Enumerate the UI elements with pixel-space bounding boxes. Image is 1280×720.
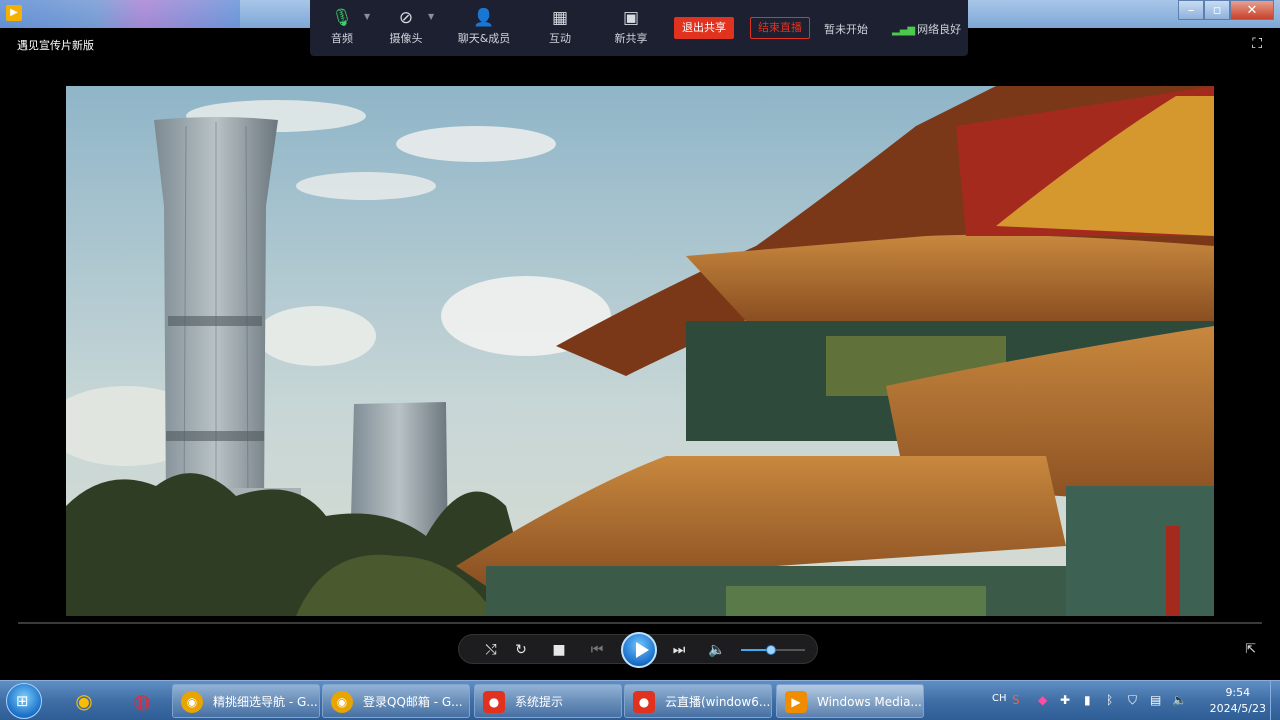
volume-tray-icon[interactable]: 🔈 <box>1172 693 1187 707</box>
live-status: 暂未开始 <box>824 23 868 36</box>
audio-label: 音频 <box>331 32 353 45</box>
live-app-icon: ● <box>483 691 505 713</box>
signal-bars-icon: ▂▄▆ <box>892 25 916 36</box>
netease-music-pinned-icon[interactable]: ◍ <box>120 685 164 717</box>
task-label: 精挑细选导航 - G... <box>213 695 318 709</box>
windows-logo-icon: ⊞ <box>16 692 29 710</box>
screen: ▶ – ▫ ✕ 遇见宣传片新版 ⛶ ⤭ ↻ ■ ⏮ ⏭ 🔈 ⇱ 🎙 音频 ▼ ⊘… <box>0 0 1280 720</box>
chrome-pinned-icon[interactable]: ◉ <box>62 685 106 717</box>
media-player: 遇见宣传片新版 ⛶ ⤭ ↻ ■ ⏮ ⏭ 🔈 ⇱ <box>8 28 1272 680</box>
titlebar-thumbnails <box>0 0 240 28</box>
start-button[interactable]: ⊞ <box>6 683 42 719</box>
end-live-button[interactable]: 结束直播 <box>750 17 810 39</box>
show-desktop-button[interactable] <box>1270 681 1280 720</box>
new-share-button[interactable]: ▣ 新共享 <box>601 6 661 46</box>
audio-options-caret[interactable]: ▼ <box>364 12 370 21</box>
exit-share-button[interactable]: 退出共享 <box>674 17 734 39</box>
task-label: 登录QQ邮箱 - G... <box>363 695 463 709</box>
switch-to-library-icon[interactable]: ⇱ <box>1245 642 1256 657</box>
audio-button[interactable]: 🎙 音频 <box>312 6 372 46</box>
task-label: Windows Media... <box>817 695 922 709</box>
volume-knob[interactable] <box>766 645 777 655</box>
grid-icon: ▦ <box>551 8 569 28</box>
seek-bar[interactable] <box>18 622 1262 624</box>
video-frame[interactable] <box>66 86 1214 616</box>
media-player-app-icon: ▶ <box>6 5 22 21</box>
microphone-icon: 🎙 <box>331 8 353 28</box>
task-label: 系统提示 <box>515 695 564 709</box>
screen-share-icon: ▣ <box>622 8 640 28</box>
playback-controls: ⤭ ↻ ■ ⏮ ⏭ 🔈 <box>458 632 818 668</box>
play-button[interactable] <box>621 632 657 668</box>
repeat-icon[interactable]: ↻ <box>511 641 531 659</box>
clock-time: 9:54 <box>1225 686 1251 699</box>
sogou-ime-icon[interactable]: S <box>1012 693 1020 707</box>
interact-button[interactable]: ▦ 互动 <box>530 6 590 46</box>
clock-date: 2024/5/23 <box>1209 702 1266 715</box>
video-scene <box>66 86 1214 616</box>
security-tray-icon[interactable]: ✚ <box>1060 693 1070 707</box>
next-icon[interactable]: ⏭ <box>669 641 689 659</box>
task-chrome-nav[interactable]: ◉ 精挑细选导航 - G... <box>172 684 320 718</box>
volume-slider[interactable] <box>741 645 805 655</box>
camera-button[interactable]: ⊘ 摄像头 <box>376 6 436 46</box>
shuffle-icon[interactable]: ⤭ <box>481 641 501 659</box>
network-label: 网络良好 <box>917 23 962 36</box>
input-language[interactable]: CH <box>992 693 1007 704</box>
camera-label: 摄像头 <box>389 32 423 45</box>
share-toolbar: 🎙 音频 ▼ ⊘ 摄像头 ▼ 👤 聊天&成员 ▦ 互动 ▣ 新共享 退出共享 结… <box>310 0 968 56</box>
chat-members-button[interactable]: 👤 聊天&成员 <box>454 6 514 46</box>
task-cloud-live[interactable]: ● 云直播(window6... <box>624 684 772 718</box>
previous-icon[interactable]: ⏮ <box>587 641 607 659</box>
volume-icon[interactable]: 🔈 <box>707 641 727 659</box>
chat-members-label: 聊天&成员 <box>457 32 511 45</box>
shield-icon[interactable]: ⛉ <box>1128 693 1137 708</box>
chrome-icon: ◉ <box>331 691 353 713</box>
stop-icon[interactable]: ■ <box>549 641 569 659</box>
interact-label: 互动 <box>549 32 571 45</box>
close-button[interactable]: ✕ <box>1230 0 1274 20</box>
signal-tray-icon[interactable]: ▮ <box>1084 693 1091 707</box>
maximize-button[interactable]: ▫ <box>1204 0 1230 20</box>
task-label: 云直播(window6... <box>665 695 771 709</box>
taskbar: ⊞ ◉ ◍ ◉ 精挑细选导航 - G... ◉ 登录QQ邮箱 - G... ● … <box>0 680 1280 720</box>
media-player-icon: ▶ <box>785 691 807 713</box>
minimize-button[interactable]: – <box>1178 0 1204 20</box>
person-icon: 👤 <box>473 8 495 28</box>
task-windows-media[interactable]: ▶ Windows Media... <box>776 684 924 718</box>
window-title: 遇见宣传片新版 <box>17 39 94 52</box>
task-chrome-qqmail[interactable]: ◉ 登录QQ邮箱 - G... <box>322 684 470 718</box>
camera-options-caret[interactable]: ▼ <box>428 12 434 21</box>
task-system-prompt[interactable]: ● 系统提示 <box>474 684 622 718</box>
clock[interactable]: 9:54 2024/5/23 <box>1210 685 1266 717</box>
system-tray: CH S ◆ ✚ ▮ ᛒ ⛉ ▤ 🔈 9:54 2024/5/23 <box>986 681 1280 720</box>
bluetooth-icon[interactable]: ᛒ <box>1106 693 1113 707</box>
fullscreen-toggle-icon[interactable]: ⛶ <box>1252 36 1262 52</box>
new-share-label: 新共享 <box>614 32 648 45</box>
chrome-icon: ◉ <box>181 691 203 713</box>
network-icon[interactable]: ▤ <box>1150 693 1161 707</box>
network-status: ▂▄▆ 网络良好 <box>892 21 961 37</box>
camera-off-icon: ⊘ <box>398 8 414 28</box>
app-tray-icon[interactable]: ◆ <box>1038 693 1047 707</box>
live-app-icon: ● <box>633 691 655 713</box>
